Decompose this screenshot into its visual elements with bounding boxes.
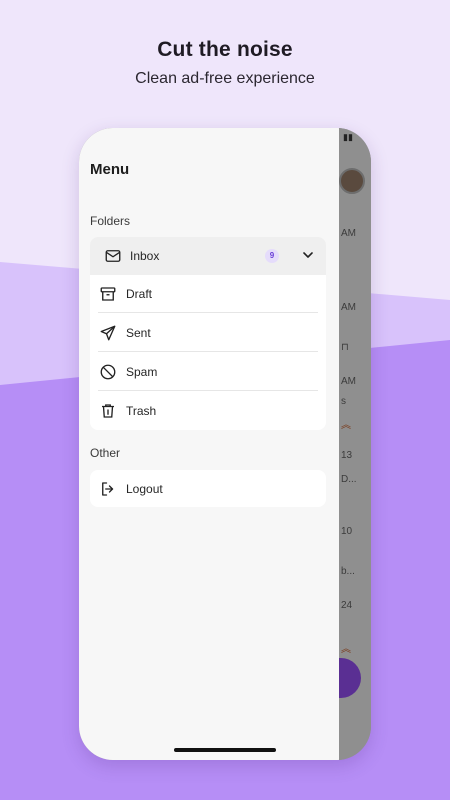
avatar (339, 168, 365, 194)
priority-icon: ︽ (341, 420, 351, 431)
bg-text: b... (341, 566, 355, 577)
priority-icon: ︽ (341, 644, 351, 655)
bg-text: 13 (341, 450, 353, 461)
unread-count-badge: 9 (265, 249, 279, 263)
promo-title: Cut the noise (157, 38, 293, 61)
folder-label: Trash (126, 404, 157, 418)
folder-item-trash[interactable]: Trash (90, 392, 326, 430)
folder-label: Spam (126, 365, 158, 379)
divider (98, 390, 318, 391)
bg-text: AM (341, 376, 356, 387)
folder-item-draft[interactable]: Draft (90, 275, 326, 313)
folder-label: Draft (126, 287, 153, 301)
folder-label: Inbox (130, 249, 160, 263)
navigation-drawer: Menu Folders Inbox 9 Draft Sent Spam Tra… (79, 128, 339, 760)
background-app-scrim[interactable]: ▮▮ AM AM ⊓ AM s ︽ 13 D... 10 b... 24 ︽ (339, 128, 371, 760)
section-label-folders: Folders (90, 214, 131, 228)
folder-item-spam[interactable]: Spam (90, 353, 326, 391)
logout-button[interactable]: Logout (90, 470, 326, 507)
promo-subtitle: Clean ad-free experience (135, 70, 315, 87)
phone-frame: ▮▮ AM AM ⊓ AM s ︽ 13 D... 10 b... 24 ︽ M… (79, 128, 371, 760)
status-bar-icons: ▮▮ (343, 132, 353, 142)
bg-text: D... (341, 474, 357, 485)
archive-box-icon (100, 287, 116, 301)
lock-icon: ⊓ (341, 342, 349, 353)
bg-text: 10 (341, 526, 353, 537)
folder-item-sent[interactable]: Sent (90, 314, 326, 352)
logout-label: Logout (126, 481, 163, 496)
send-icon (100, 325, 116, 341)
bg-text: AM (341, 228, 356, 239)
logout-icon (102, 481, 114, 496)
drawer-title: Menu (90, 161, 130, 178)
folders-list: Inbox 9 Draft Sent Spam Trash (90, 237, 326, 430)
divider (98, 351, 318, 352)
bg-text: 24 (341, 600, 353, 611)
compose-fab[interactable] (339, 658, 361, 698)
block-icon (100, 364, 116, 380)
home-indicator (174, 748, 276, 752)
mail-icon (105, 250, 121, 262)
bg-text: s (341, 396, 346, 407)
folder-item-inbox[interactable]: Inbox 9 (90, 237, 326, 275)
chevron-down-icon[interactable] (300, 247, 316, 263)
bg-text: AM (341, 302, 356, 313)
divider (98, 312, 318, 313)
folder-label: Sent (126, 326, 151, 340)
trash-icon (102, 404, 114, 418)
section-label-other: Other (90, 446, 121, 460)
